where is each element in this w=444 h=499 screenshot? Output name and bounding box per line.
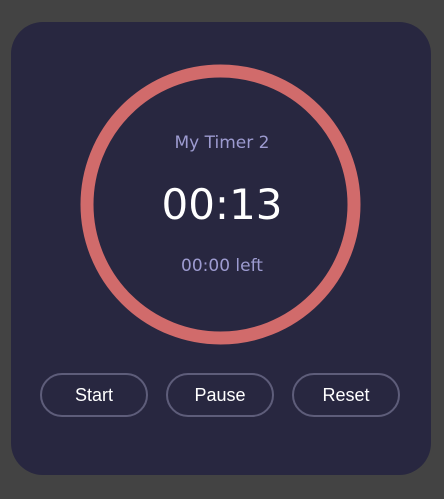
time-remaining: 00:00 left xyxy=(181,256,263,276)
timer-name: My Timer 2 xyxy=(174,133,270,153)
start-button[interactable]: Start xyxy=(40,373,148,417)
pause-button[interactable]: Pause xyxy=(166,373,274,417)
timer-time-display: 00:13 xyxy=(161,180,283,229)
reset-button[interactable]: Reset xyxy=(292,373,400,417)
